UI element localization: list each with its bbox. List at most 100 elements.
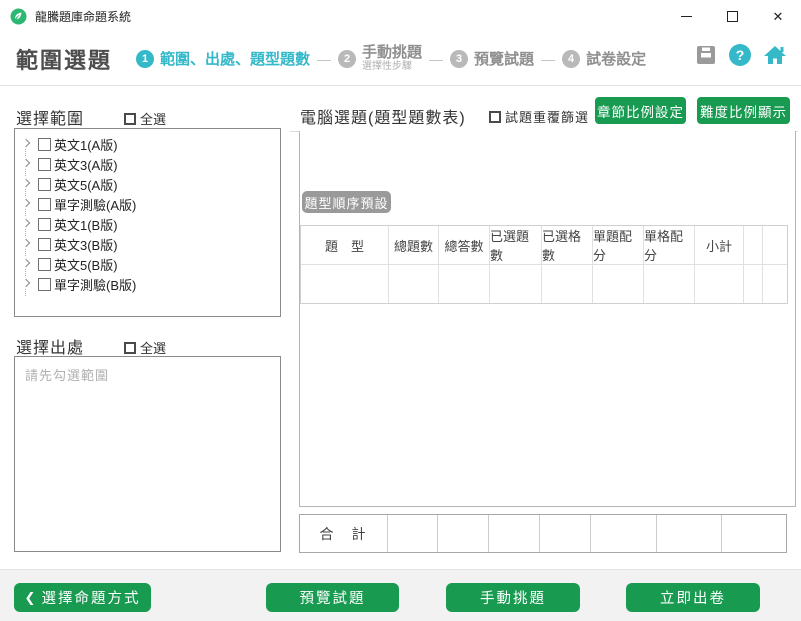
tree-item-eng5-a[interactable]: 英文5(A版) xyxy=(15,174,280,194)
col-header-selected-blanks: 已選格數 xyxy=(542,226,593,264)
step-1-scope[interactable]: 1 範圍、出處、題型題數 xyxy=(136,48,310,69)
window-titlebar: 龍騰題庫命題系統 ✕ xyxy=(0,0,801,32)
expand-chevron-icon[interactable] xyxy=(21,219,31,229)
scope-select-all[interactable]: 全選 xyxy=(124,108,166,129)
expand-chevron-icon[interactable] xyxy=(21,239,31,249)
cell-total-questions[interactable] xyxy=(389,265,439,303)
cell-subtotal[interactable] xyxy=(695,265,744,303)
chapter-ratio-button[interactable]: 章節比例設定 xyxy=(595,97,686,124)
expand-chevron-icon[interactable] xyxy=(21,259,31,269)
expand-chevron-icon[interactable] xyxy=(21,279,31,289)
col-header-empty-1 xyxy=(744,226,763,264)
step-separator: — xyxy=(541,51,555,67)
step-1-badge: 1 xyxy=(136,50,154,68)
totals-row: 合 計 xyxy=(299,514,787,553)
tree-item-checkbox[interactable] xyxy=(38,138,51,151)
tree-item-checkbox[interactable] xyxy=(38,278,51,291)
source-select-all-checkbox[interactable] xyxy=(124,342,136,354)
computer-select-title: 電腦選題(題型題數表) xyxy=(300,104,466,128)
step-3-badge: 3 xyxy=(450,50,468,68)
cell-selected-blanks[interactable] xyxy=(542,265,593,303)
duplicate-filter-label: 試題重覆篩選 xyxy=(505,107,589,126)
step-4-paper-settings[interactable]: 4 試卷設定 xyxy=(562,48,646,69)
totals-cell xyxy=(388,515,438,552)
cell-empty-2 xyxy=(763,265,787,303)
step-3-label: 預覽試題 xyxy=(474,48,534,69)
step-1-label: 範圍、出處、題型題數 xyxy=(160,48,310,69)
scope-tree: 英文1(A版) 英文3(A版) 英文5(A版) 單字測驗(A版) 英文1(B版)… xyxy=(14,128,281,317)
col-header-total-answers: 總答數 xyxy=(439,226,490,264)
app-logo-icon xyxy=(10,8,27,25)
maximize-icon xyxy=(727,11,738,22)
generate-paper-button[interactable]: 立即出卷 xyxy=(626,583,760,612)
totals-cell xyxy=(540,515,591,552)
tree-item-eng1-b[interactable]: 英文1(B版) xyxy=(15,214,280,234)
wizard-stepper: 1 範圍、出處、題型題數 — 2 手動挑題 選擇性步驟 — 3 預覽試題 — 4… xyxy=(136,45,646,73)
tree-item-eng3-a[interactable]: 英文3(A版) xyxy=(15,154,280,174)
maximize-button[interactable] xyxy=(709,0,755,32)
source-select-all-label: 全選 xyxy=(140,338,166,357)
tree-item-checkbox[interactable] xyxy=(38,178,51,191)
cell-total-answers[interactable] xyxy=(439,265,490,303)
tree-item-vocab-a[interactable]: 單字測驗(A版) xyxy=(15,194,280,214)
step-4-badge: 4 xyxy=(562,50,580,68)
table-header-row: 題 型 總題數 總答數 已選題數 已選格數 單題配分 單格配分 小計 xyxy=(301,226,787,264)
scope-select-all-checkbox[interactable] xyxy=(124,113,136,125)
question-table-panel xyxy=(299,131,796,507)
cell-selected-questions[interactable] xyxy=(490,265,542,303)
tree-item-vocab-b[interactable]: 單字測驗(B版) xyxy=(15,274,280,294)
order-preset-button[interactable]: 題型順序預設 xyxy=(302,191,391,213)
expand-chevron-icon[interactable] xyxy=(21,159,31,169)
step-2-manual-pick[interactable]: 2 手動挑題 選擇性步驟 xyxy=(338,45,422,73)
col-header-selected-questions: 已選題數 xyxy=(490,226,542,264)
expand-chevron-icon[interactable] xyxy=(21,139,31,149)
preview-questions-button[interactable]: 預覽試題 xyxy=(266,583,399,612)
step-separator: — xyxy=(429,51,443,67)
help-icon[interactable]: ? xyxy=(729,44,751,66)
tree-item-eng3-b[interactable]: 英文3(B版) xyxy=(15,234,280,254)
source-section-title: 選擇出處 xyxy=(16,334,84,358)
cell-points-per-question[interactable] xyxy=(593,265,644,303)
totals-cell xyxy=(722,515,786,552)
expand-chevron-icon[interactable] xyxy=(21,179,31,189)
totals-label: 合 計 xyxy=(300,515,388,552)
manual-pick-button[interactable]: 手動挑題 xyxy=(446,583,580,612)
close-button[interactable]: ✕ xyxy=(755,0,801,32)
tree-item-checkbox[interactable] xyxy=(38,158,51,171)
scope-section-title: 選擇範圍 xyxy=(16,105,84,129)
cell-empty-1 xyxy=(744,265,763,303)
cell-type[interactable] xyxy=(301,265,389,303)
step-4-label: 試卷設定 xyxy=(586,48,646,69)
duplicate-filter-checkbox[interactable] xyxy=(489,111,501,123)
tree-item-eng1-a[interactable]: 英文1(A版) xyxy=(15,134,280,154)
tree-item-checkbox[interactable] xyxy=(38,218,51,231)
cell-points-per-blank[interactable] xyxy=(644,265,695,303)
footer-bar: ❮ 選擇命題方式 預覽試題 手動挑題 立即出卷 xyxy=(0,569,801,621)
close-icon: ✕ xyxy=(773,10,784,23)
tree-item-checkbox[interactable] xyxy=(38,258,51,271)
col-header-type: 題 型 xyxy=(301,226,389,264)
col-header-empty-2 xyxy=(763,226,787,264)
duplicate-filter[interactable]: 試題重覆篩選 xyxy=(489,107,589,126)
minimize-icon xyxy=(681,16,692,17)
source-list: 請先勾選範圍 xyxy=(14,356,281,552)
source-select-all[interactable]: 全選 xyxy=(124,337,166,358)
tree-item-checkbox[interactable] xyxy=(38,198,51,211)
step-3-preview[interactable]: 3 預覽試題 xyxy=(450,48,534,69)
step-separator: — xyxy=(317,51,331,67)
table-data-row xyxy=(301,264,787,303)
back-to-mode-button[interactable]: ❮ 選擇命題方式 xyxy=(14,583,151,612)
question-type-table: 題 型 總題數 總答數 已選題數 已選格數 單題配分 單格配分 小計 xyxy=(300,225,788,304)
window-title: 龍騰題庫命題系統 xyxy=(35,8,131,25)
chevron-left-icon: ❮ xyxy=(25,590,36,606)
totals-cell xyxy=(591,515,657,552)
tree-item-eng5-b[interactable]: 英文5(B版) xyxy=(15,254,280,274)
col-header-points-per-blank: 單格配分 xyxy=(644,226,695,264)
difficulty-ratio-button[interactable]: 難度比例顯示 xyxy=(697,97,790,124)
col-header-points-per-question: 單題配分 xyxy=(593,226,644,264)
home-icon[interactable] xyxy=(763,44,787,66)
minimize-button[interactable] xyxy=(663,0,709,32)
expand-chevron-icon[interactable] xyxy=(21,199,31,209)
tree-item-checkbox[interactable] xyxy=(38,238,51,251)
save-icon[interactable] xyxy=(695,44,717,66)
